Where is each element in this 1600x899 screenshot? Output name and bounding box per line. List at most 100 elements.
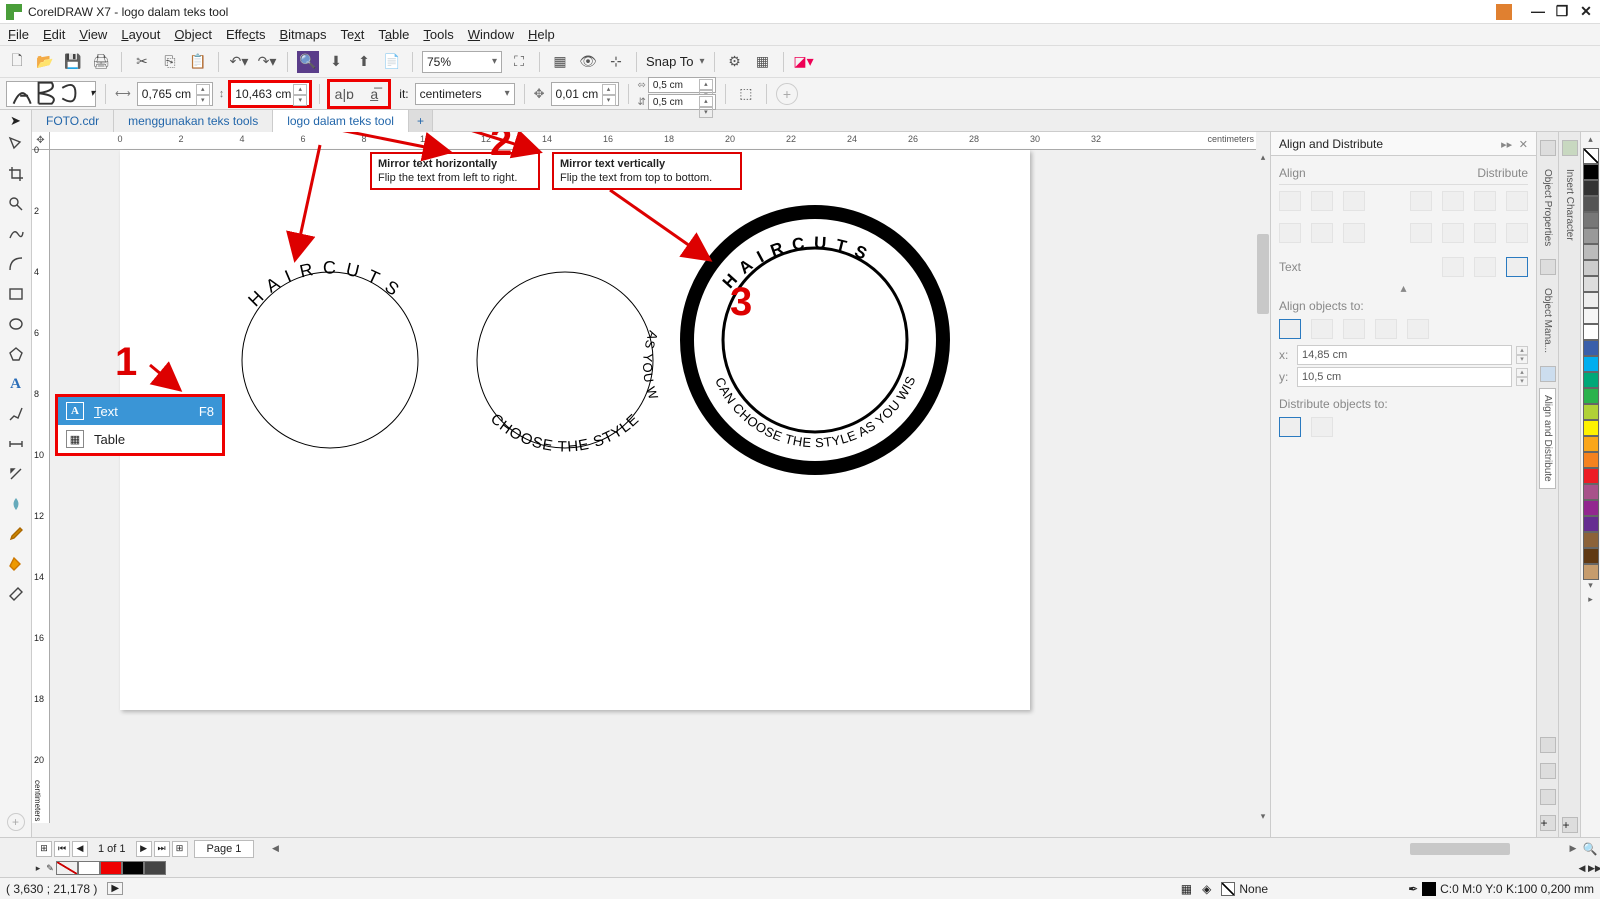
quick-customize-icon[interactable]: + bbox=[7, 813, 25, 831]
text-baseline2-icon[interactable] bbox=[1474, 257, 1496, 277]
status-icon-1[interactable]: ▦ bbox=[1181, 882, 1192, 896]
horizontal-ruler[interactable]: centimeters 0246810121416182022242628303… bbox=[50, 132, 1256, 150]
strip2-tab-insert-char[interactable]: Insert Character bbox=[1561, 162, 1578, 248]
fullscreen-icon[interactable]: ⛶ bbox=[508, 51, 530, 73]
grid-icon[interactable]: 👁 bbox=[577, 51, 599, 73]
close-button[interactable]: ✕ bbox=[1578, 4, 1594, 20]
flyout-text[interactable]: A Text F8 bbox=[58, 397, 222, 425]
menu-bitmaps[interactable]: Bitmaps bbox=[279, 27, 326, 42]
teal-swatch[interactable] bbox=[1583, 372, 1599, 388]
fill-indicator[interactable]: None bbox=[1221, 882, 1268, 896]
purple-swatch[interactable] bbox=[1583, 484, 1599, 500]
doc-pal-red[interactable] bbox=[100, 861, 122, 875]
doc-pal-eyedrop-icon[interactable]: ✎ bbox=[44, 861, 56, 875]
gray30-swatch[interactable] bbox=[1583, 276, 1599, 292]
dist-to-sel-icon[interactable] bbox=[1279, 417, 1301, 437]
dist-center-h-icon[interactable] bbox=[1442, 191, 1464, 211]
page-next-icon[interactable]: ▶ bbox=[136, 841, 152, 857]
smart-tool-icon[interactable] bbox=[6, 254, 26, 274]
flyout-table[interactable]: ▦ Table bbox=[58, 425, 222, 453]
align-to-grid-icon[interactable] bbox=[1375, 319, 1397, 339]
zoom-tool-icon[interactable] bbox=[6, 194, 26, 214]
dist-space-v-icon[interactable] bbox=[1474, 223, 1496, 243]
menu-object[interactable]: Object bbox=[174, 27, 212, 42]
align-to-point-icon[interactable] bbox=[1407, 319, 1429, 339]
zoom-navigator-icon[interactable]: 🔍 bbox=[1580, 842, 1600, 856]
strip-icon-1[interactable] bbox=[1540, 140, 1556, 156]
outline-indicator[interactable]: ✒C:0 M:0 Y:0 K:100 0,200 mm bbox=[1408, 882, 1594, 896]
palette-down-icon[interactable]: ▾ bbox=[1588, 580, 1593, 594]
search-icon[interactable]: 🔍 bbox=[297, 51, 319, 73]
strip-add-icon[interactable]: + bbox=[1540, 815, 1556, 831]
red-swatch[interactable] bbox=[1583, 468, 1599, 484]
page-first-icon[interactable]: ⏮ bbox=[54, 841, 70, 857]
new-icon[interactable]: 🗋 bbox=[6, 51, 28, 73]
strip-tab-align[interactable]: Align and Distribute bbox=[1539, 388, 1556, 489]
align-top-icon[interactable] bbox=[1279, 223, 1301, 243]
gray10-swatch[interactable] bbox=[1583, 308, 1599, 324]
print-icon[interactable]: 🖨 bbox=[90, 51, 112, 73]
yellow-swatch[interactable] bbox=[1583, 420, 1599, 436]
copy-icon[interactable]: ⎘ bbox=[159, 51, 181, 73]
magenta-swatch[interactable] bbox=[1583, 500, 1599, 516]
align-center-v-icon[interactable] bbox=[1311, 223, 1333, 243]
doc-tab-add[interactable]: + bbox=[409, 110, 433, 132]
gray90-swatch[interactable] bbox=[1583, 180, 1599, 196]
app-icon[interactable]: ◪▾ bbox=[793, 51, 815, 73]
rulers-icon[interactable]: ▦ bbox=[549, 51, 571, 73]
page-add-after-icon[interactable]: ⊞ bbox=[172, 841, 188, 857]
dist-top-icon[interactable] bbox=[1410, 223, 1432, 243]
import-icon[interactable]: ⬇ bbox=[325, 51, 347, 73]
gold-swatch[interactable] bbox=[1583, 436, 1599, 452]
doc-tab-logo[interactable]: logo dalam teks tool bbox=[273, 110, 409, 132]
menu-effects[interactable]: Effects bbox=[226, 27, 266, 42]
paste-icon[interactable]: 📋 bbox=[187, 51, 209, 73]
doc-pal-white[interactable] bbox=[78, 861, 100, 875]
strip-icon-2[interactable] bbox=[1540, 259, 1556, 275]
violet-swatch[interactable] bbox=[1583, 516, 1599, 532]
brown-swatch[interactable] bbox=[1583, 532, 1599, 548]
strip-tab-obj-mana[interactable]: Object Mana... bbox=[1539, 281, 1556, 360]
connector-tool-icon[interactable] bbox=[6, 404, 26, 424]
dist-bottom-icon[interactable] bbox=[1506, 223, 1528, 243]
dup-x-input[interactable]: 0,5 cm▴▾ bbox=[648, 77, 716, 93]
blue-swatch[interactable] bbox=[1583, 340, 1599, 356]
undo-icon[interactable]: ↶▾ bbox=[228, 51, 250, 73]
doc-pal-none[interactable] bbox=[56, 861, 78, 875]
strip-icon-4[interactable] bbox=[1540, 737, 1556, 753]
width-input[interactable]: 10,463 cm▴▾ bbox=[230, 82, 310, 106]
maximize-button[interactable]: ❐ bbox=[1554, 4, 1570, 20]
user-icon[interactable] bbox=[1496, 4, 1512, 20]
options-icon[interactable]: ⚙ bbox=[724, 51, 746, 73]
doc-pal-right-icon[interactable]: ▶▶ bbox=[1588, 861, 1600, 875]
dist-to-page-icon[interactable] bbox=[1311, 417, 1333, 437]
snap-to-label[interactable]: Snap To bbox=[646, 54, 693, 69]
dist-center-v-icon[interactable] bbox=[1442, 223, 1464, 243]
text-bbox-icon[interactable] bbox=[1506, 257, 1528, 277]
menu-window[interactable]: Window bbox=[468, 27, 514, 42]
mirror-horizontal-button[interactable]: a|ɒ bbox=[331, 83, 357, 105]
launcher-icon[interactable]: ▦ bbox=[752, 51, 774, 73]
publish-icon[interactable]: 📄 bbox=[381, 51, 403, 73]
strip2-icon-1[interactable] bbox=[1562, 140, 1578, 156]
interactive-tool-icon[interactable] bbox=[6, 464, 26, 484]
gray40-swatch[interactable] bbox=[1583, 260, 1599, 276]
gray70-swatch[interactable] bbox=[1583, 212, 1599, 228]
freehand-tool-icon[interactable] bbox=[6, 224, 26, 244]
menu-text[interactable]: Text bbox=[340, 27, 364, 42]
ellipse-tool-icon[interactable] bbox=[6, 314, 26, 334]
guides-icon[interactable]: ⊹ bbox=[605, 51, 627, 73]
dimension-tool-icon[interactable] bbox=[6, 434, 26, 454]
align-x-input[interactable]: 14,85 cm bbox=[1297, 345, 1512, 365]
text-tool-icon[interactable]: A bbox=[6, 374, 26, 394]
docker-close-icon[interactable]: ✕ bbox=[1519, 139, 1528, 151]
vertical-scrollbar[interactable]: ▴▾ bbox=[1256, 150, 1270, 823]
black-swatch[interactable] bbox=[1583, 164, 1599, 180]
strip2-add-icon[interactable]: + bbox=[1562, 817, 1578, 833]
dup-y-input[interactable]: 0,5 cm▴▾ bbox=[648, 94, 716, 110]
status-next-icon[interactable]: ▶ bbox=[107, 882, 123, 895]
polygon-tool-icon[interactable] bbox=[6, 344, 26, 364]
menu-file[interactable]: File bbox=[8, 27, 29, 42]
dist-space-h-icon[interactable] bbox=[1474, 191, 1496, 211]
align-left-icon[interactable] bbox=[1279, 191, 1301, 211]
